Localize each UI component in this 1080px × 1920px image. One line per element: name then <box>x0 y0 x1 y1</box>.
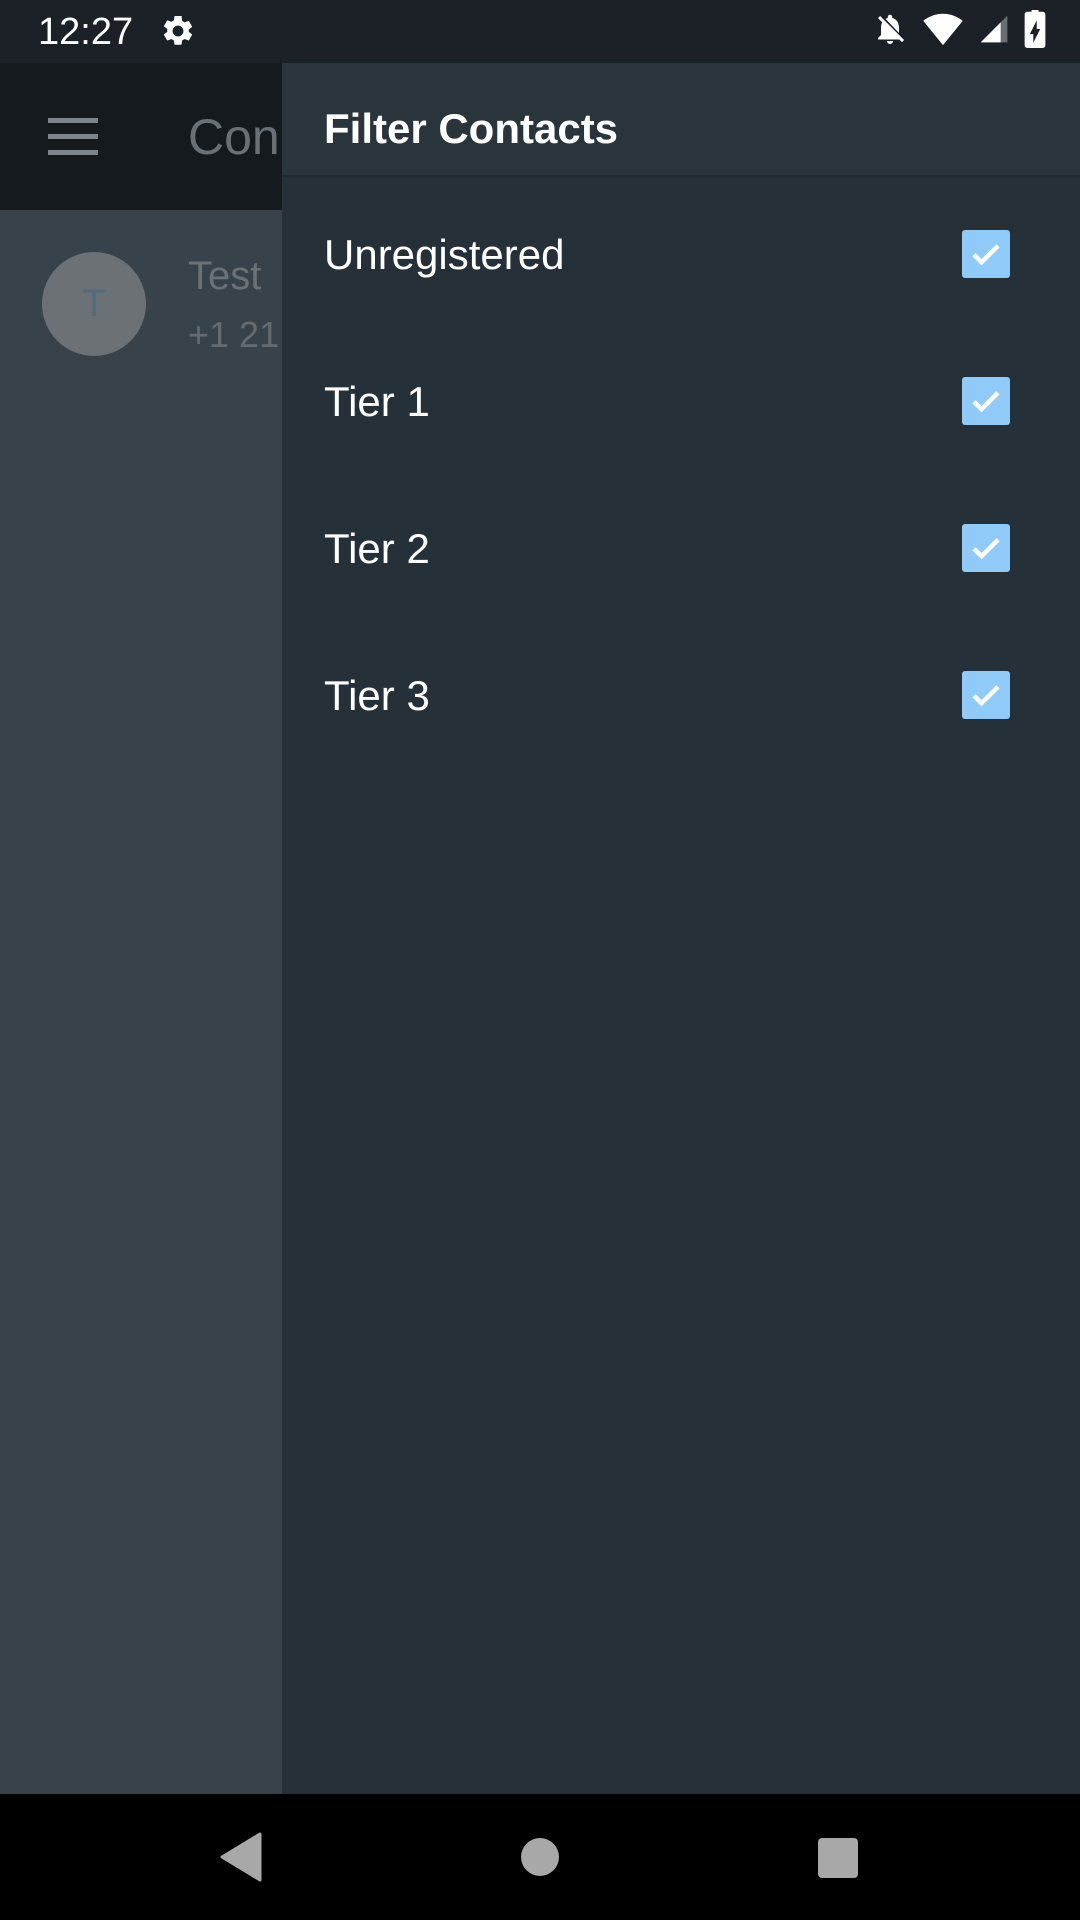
filter-item-tier-2[interactable]: Tier 2 <box>282 477 1080 624</box>
contact-name: Test <box>188 254 262 298</box>
filter-label: Tier 2 <box>324 525 430 572</box>
app-title: Con <box>188 109 280 165</box>
back-icon[interactable] <box>218 1832 262 1887</box>
drawer-header: Filter Contacts <box>282 63 1080 177</box>
wifi-icon <box>922 12 964 51</box>
home-icon[interactable] <box>521 1838 559 1876</box>
gear-icon <box>160 13 196 49</box>
hamburger-menu-icon[interactable] <box>48 118 98 156</box>
filter-item-tier-1[interactable]: Tier 1 <box>282 330 1080 477</box>
status-icons <box>858 9 1046 53</box>
filter-item-unregistered[interactable]: Unregistered <box>282 183 1080 330</box>
tier-2-checkbox[interactable] <box>962 524 1010 572</box>
tier-3-checkbox[interactable] <box>962 671 1010 719</box>
contact-phone: +1 21 <box>188 314 280 355</box>
recents-icon[interactable] <box>818 1838 858 1878</box>
cell-signal-icon <box>978 12 1010 51</box>
battery-charging-icon <box>1024 9 1046 53</box>
tier-1-checkbox[interactable] <box>962 377 1010 425</box>
notifications-off-icon <box>872 10 908 53</box>
filter-drawer: Filter Contacts Unregistered Tier 1 Tier… <box>282 63 1080 1794</box>
filter-label: Tier 1 <box>324 378 430 425</box>
navigation-bar <box>0 1794 1080 1920</box>
unregistered-checkbox[interactable] <box>962 230 1010 278</box>
status-time: 12:27 <box>38 11 134 53</box>
filter-list: Unregistered Tier 1 Tier 2 Tier 3 <box>282 183 1080 771</box>
filter-label: Unregistered <box>324 231 565 278</box>
filter-item-tier-3[interactable]: Tier 3 <box>282 624 1080 771</box>
filter-label: Tier 3 <box>324 672 430 719</box>
drawer-title: Filter Contacts <box>324 105 619 152</box>
avatar: T <box>42 252 146 356</box>
status-bar: 12:27 <box>0 0 1080 63</box>
